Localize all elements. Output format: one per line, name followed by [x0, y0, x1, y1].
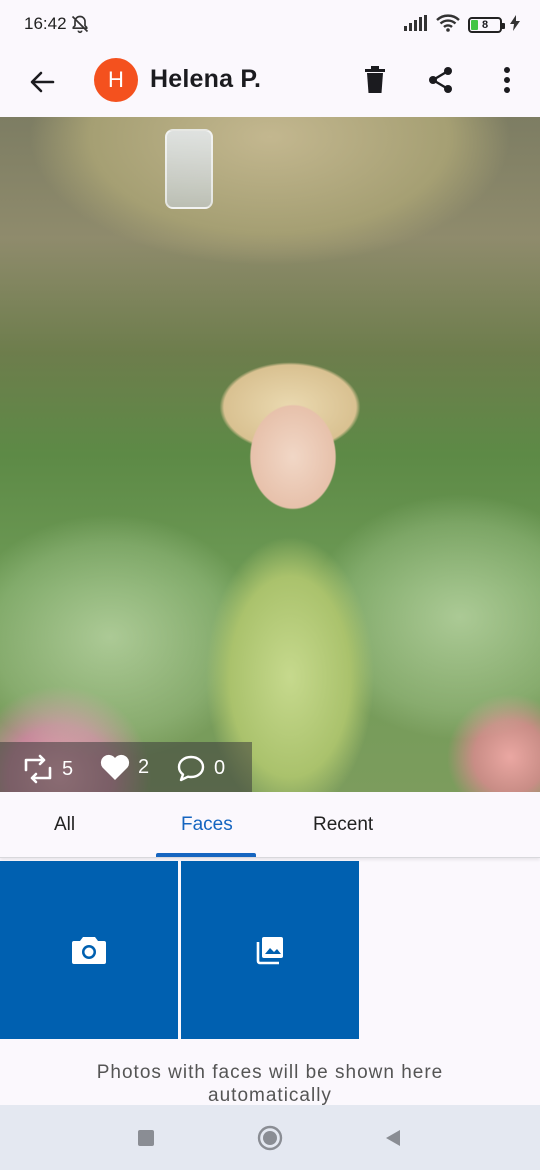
delete-button[interactable]: [355, 60, 395, 100]
heart-icon: [100, 754, 130, 780]
avatar[interactable]: H: [94, 58, 138, 102]
comment-count: 0: [214, 756, 226, 779]
back-triangle-icon: [386, 1130, 400, 1146]
status-time: 16:42: [24, 14, 67, 33]
tab-all[interactable]: All: [54, 814, 75, 836]
more-icon: [504, 67, 510, 93]
home-button[interactable]: [257, 1125, 283, 1151]
share-icon: [429, 67, 452, 93]
status-indicators: 8: [404, 13, 520, 37]
recents-icon: [138, 1130, 154, 1146]
active-tab-indicator: [156, 853, 256, 857]
repost-stat[interactable]: 5: [22, 754, 73, 784]
like-stat[interactable]: 2: [100, 754, 149, 780]
camera-tile[interactable]: [0, 861, 178, 1039]
comment-stat[interactable]: 0: [176, 754, 225, 782]
home-icon: [257, 1125, 283, 1151]
comment-icon: [177, 755, 205, 782]
delete-icon: [365, 66, 385, 93]
recents-button[interactable]: [133, 1125, 159, 1151]
more-options-button[interactable]: [487, 60, 527, 100]
battery-icon: 8: [468, 17, 505, 33]
repost-icon: [24, 754, 52, 784]
system-nav-bar: [0, 1105, 540, 1170]
photo-jar-detail: [165, 129, 213, 209]
tab-recent[interactable]: Recent: [313, 814, 373, 836]
wifi-icon: [436, 13, 460, 37]
back-nav-button[interactable]: [380, 1125, 406, 1151]
arrow-back-icon: [30, 71, 55, 93]
app-bar: H Helena P.: [0, 50, 540, 117]
bell-off-icon: [70, 14, 90, 34]
share-button[interactable]: [421, 60, 461, 100]
camera-icon: [72, 937, 106, 964]
photo-tabs: All Faces Recent: [0, 792, 540, 858]
status-bar: 16:42 8: [0, 0, 540, 50]
photo-stats-bar: 5 2 0: [0, 742, 252, 792]
like-count: 2: [138, 755, 150, 778]
battery-level: 8: [481, 19, 489, 31]
repost-count: 5: [62, 757, 74, 780]
signal-icon: [404, 14, 428, 36]
tab-faces[interactable]: Faces: [181, 814, 233, 836]
page-title: Helena P.: [150, 65, 262, 93]
gallery-icon: [256, 937, 283, 965]
charging-icon: [510, 14, 520, 36]
profile-photo[interactable]: 5 2 0: [0, 117, 540, 792]
gallery-tile[interactable]: [181, 861, 359, 1039]
empty-state-message: Photos with faces will be shown here aut…: [96, 1062, 444, 1106]
back-button[interactable]: [24, 64, 60, 100]
